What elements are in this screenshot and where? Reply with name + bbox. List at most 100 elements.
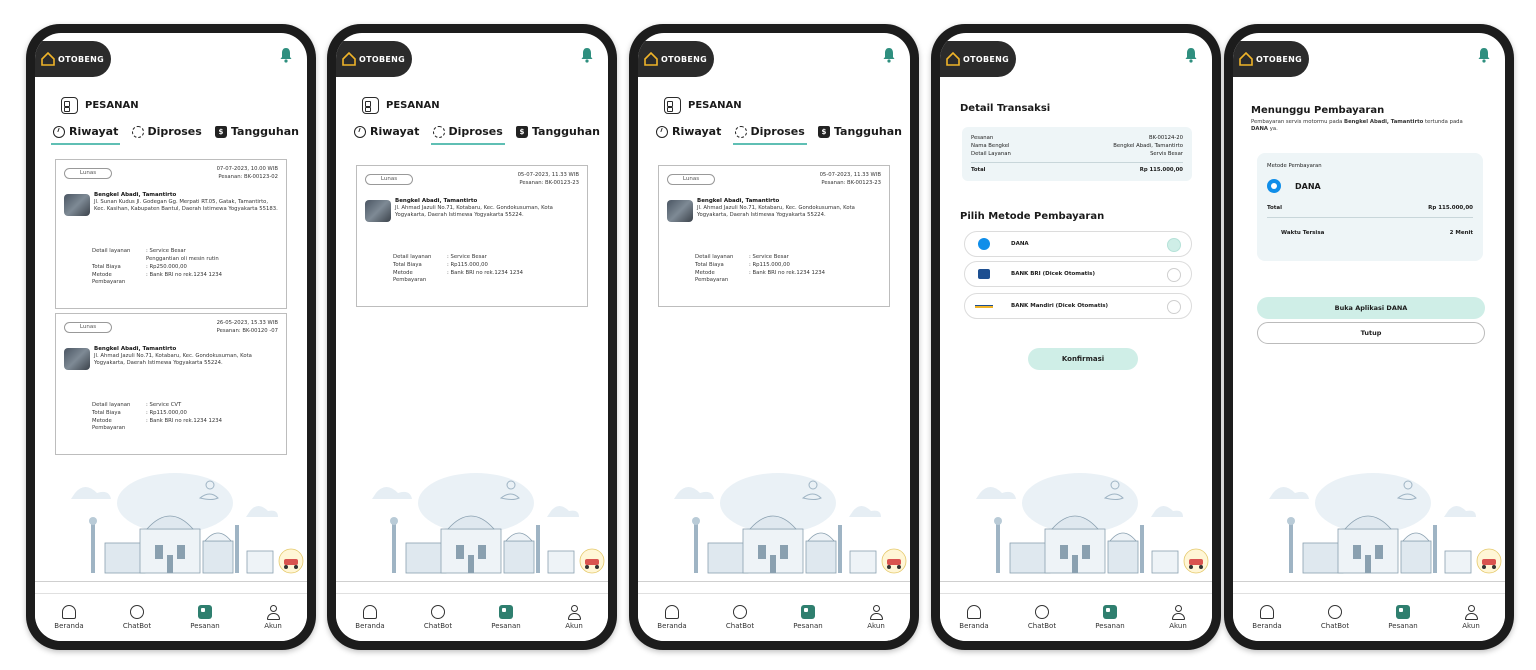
- summary-value: Bengkel Abadi, Tamantirto: [1113, 143, 1183, 149]
- house-logo-icon: [946, 52, 960, 66]
- tab-pending[interactable]: $ Tangguhan: [214, 125, 299, 143]
- nav-chatbot[interactable]: ChatBot: [1017, 605, 1067, 630]
- order-card[interactable]: Lunas 07-07-2023, 10.00 WIB Pesanan: BK-…: [55, 159, 287, 309]
- transaction-title: Detail Transaksi: [960, 103, 1051, 114]
- nav-orders[interactable]: Pesanan: [1378, 605, 1428, 630]
- nav-orders[interactable]: Pesanan: [481, 605, 531, 630]
- tab-pending[interactable]: $ Tangguhan: [817, 125, 902, 143]
- order-tabs: Riwayat Diproses $ Tangguhan: [50, 125, 299, 145]
- bell-icon[interactable]: [1184, 47, 1198, 63]
- nav-orders[interactable]: Pesanan: [180, 605, 230, 630]
- bell-icon[interactable]: [580, 47, 594, 63]
- payment-info-box: Metode Pembayaran DANA Total Rp 115.000,0…: [1257, 153, 1483, 261]
- detail-value: : Bank BRI no rek.1234 1234: [146, 272, 223, 278]
- order-details: Detail layanan: Service Besar Penggantia…: [92, 248, 222, 286]
- nav-orders-label: Pesanan: [190, 622, 220, 630]
- nav-orders[interactable]: Pesanan: [783, 605, 833, 630]
- radio-selected[interactable]: [1167, 238, 1181, 252]
- payment-option-dana[interactable]: DANA: [964, 231, 1192, 257]
- orders-icon: [1103, 605, 1117, 619]
- logo-text: OTOBENG: [359, 54, 405, 64]
- order-card[interactable]: Lunas 05-07-2023, 11.33 WIB Pesanan: BK-…: [658, 165, 890, 307]
- order-card[interactable]: Lunas 05-07-2023, 11.33 WIB Pesanan: BK-…: [356, 165, 588, 307]
- bell-icon[interactable]: [279, 47, 293, 63]
- dana-logo-icon: [1267, 179, 1281, 193]
- nav-orders-label: Pesanan: [793, 622, 823, 630]
- logo-text: OTOBENG: [661, 54, 707, 64]
- radio-unselected[interactable]: [1167, 300, 1181, 314]
- app-logo[interactable]: OTOBENG: [35, 41, 111, 77]
- tab-processing[interactable]: Diproses: [131, 125, 202, 143]
- nav-home[interactable]: Beranda: [647, 605, 697, 630]
- nav-home[interactable]: Beranda: [1242, 605, 1292, 630]
- confirm-button[interactable]: Konfirmasi: [1028, 348, 1138, 370]
- detail-label: Metode Pembayaran: [92, 272, 126, 285]
- app-logo[interactable]: OTOBENG: [336, 41, 412, 77]
- time-remaining-row: Waktu Tersisa 2 Menit: [1267, 230, 1473, 236]
- detail-label: Metode Pembayaran: [695, 270, 729, 283]
- workshop-name: Bengkel Abadi, Tamantirto: [94, 346, 177, 352]
- tab-history[interactable]: Riwayat: [656, 125, 721, 143]
- summary-row: Detail Layanan Servis Besar: [971, 150, 1183, 158]
- nav-orders[interactable]: Pesanan: [1085, 605, 1135, 630]
- tab-processing[interactable]: Diproses: [430, 125, 506, 145]
- tab-history[interactable]: Riwayat: [354, 125, 419, 143]
- tab-processing[interactable]: Diproses: [732, 125, 808, 145]
- app-logo[interactable]: OTOBENG: [940, 41, 1016, 77]
- bell-icon[interactable]: [1477, 47, 1491, 63]
- workshop-photo: [64, 348, 90, 370]
- nav-chatbot-label: ChatBot: [122, 622, 152, 630]
- nav-account[interactable]: Akun: [851, 605, 901, 630]
- order-details: Detail layanan: Service CVT Total Biaya:…: [92, 402, 222, 432]
- radio-unselected[interactable]: [1167, 268, 1181, 282]
- order-card[interactable]: Lunas 26-05-2023, 15.33 WIB Pesanan: BK-…: [55, 313, 287, 455]
- nav-chatbot[interactable]: ChatBot: [413, 605, 463, 630]
- phone-history: OTOBENG PESANAN Riwayat Diproses $ Tanggu…: [26, 24, 316, 650]
- clock-icon: [354, 125, 366, 138]
- payment-option-mandiri[interactable]: BANK Mandiri (Dicek Otomatis): [964, 293, 1192, 319]
- nav-account[interactable]: Akun: [248, 605, 298, 630]
- waiting-title: Menunggu Pembayaran: [1251, 105, 1385, 116]
- tab-processing-label: Diproses: [147, 125, 202, 138]
- total-row: Total Rp 115.000,00: [1267, 205, 1473, 218]
- detail-label: Total Biaya: [393, 262, 422, 268]
- order-details: Detail layanan: Service Besar Total Biay…: [695, 254, 825, 284]
- detail-value: : Service Besar: [146, 248, 186, 254]
- total-label: Total: [971, 167, 986, 173]
- status-badge: Lunas: [64, 168, 112, 179]
- payment-option-label: DANA: [1011, 241, 1029, 247]
- user-icon: [869, 605, 883, 620]
- nav-home-label: Beranda: [1252, 622, 1282, 630]
- nav-account[interactable]: Akun: [1446, 605, 1496, 630]
- summary-label: Pesanan: [971, 135, 994, 141]
- tab-processing-label: Diproses: [448, 125, 503, 138]
- road-line: [336, 581, 608, 582]
- summary-label: Nama Bengkel: [971, 143, 1010, 149]
- nav-home[interactable]: Beranda: [345, 605, 395, 630]
- tab-pending-label: Tangguhan: [230, 125, 299, 138]
- nav-chatbot[interactable]: ChatBot: [112, 605, 162, 630]
- nav-home[interactable]: Beranda: [949, 605, 999, 630]
- bell-icon[interactable]: [882, 47, 896, 63]
- detail-value: : Service Besar: [447, 254, 487, 260]
- detail-label: [92, 256, 146, 263]
- nav-chatbot[interactable]: ChatBot: [1310, 605, 1360, 630]
- orders-icon: [362, 97, 379, 114]
- user-icon: [1464, 605, 1478, 620]
- nav-chatbot[interactable]: ChatBot: [715, 605, 765, 630]
- tab-history[interactable]: Riwayat: [50, 125, 121, 145]
- screen-transaction: OTOBENG Detail Transaksi Pesanan BK-00124…: [940, 33, 1212, 641]
- nav-home-label: Beranda: [54, 622, 84, 630]
- close-button[interactable]: Tutup: [1257, 322, 1485, 344]
- nav-account[interactable]: Akun: [1153, 605, 1203, 630]
- tab-pending[interactable]: $ Tangguhan: [515, 125, 600, 143]
- open-dana-button[interactable]: Buka Aplikasi DANA: [1257, 297, 1485, 319]
- chat-icon: [1035, 605, 1049, 619]
- nav-home[interactable]: Beranda: [44, 605, 94, 630]
- app-logo[interactable]: OTOBENG: [1233, 41, 1309, 77]
- payment-option-bri[interactable]: BANK BRI (Dicek Otomatis): [964, 261, 1192, 287]
- nav-account[interactable]: Akun: [549, 605, 599, 630]
- orders-icon: [801, 605, 815, 619]
- app-logo[interactable]: OTOBENG: [638, 41, 714, 77]
- waiting-description: Pembayaran servis motormu pada Bengkel A…: [1251, 119, 1481, 133]
